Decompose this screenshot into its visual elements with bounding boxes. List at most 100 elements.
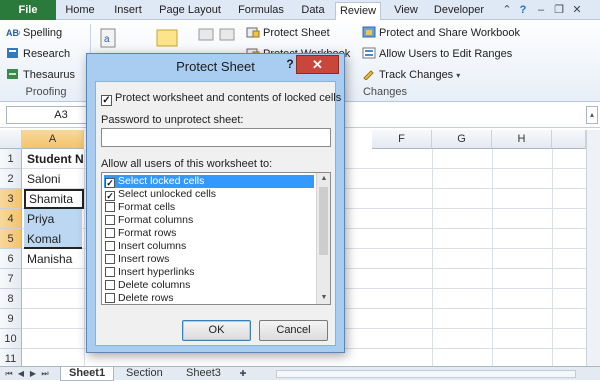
checkbox-icon [105,215,115,225]
permissions-list[interactable]: ✓ Select locked cells ✓ Select unlocked ce… [101,172,331,305]
tab-formulas[interactable]: Formulas [232,2,290,20]
sheet-tab-sheet1[interactable]: Sheet1 [60,367,115,381]
spelling-icon: ABC [6,26,26,38]
insert-sheet-icon[interactable]: ✚ [236,368,250,380]
sheet-tab-section[interactable]: Section [118,367,171,381]
scroll-down-icon[interactable]: ▼ [317,292,330,304]
password-input[interactable] [101,128,331,147]
tab-home[interactable]: Home [62,2,98,20]
track-changes-button[interactable]: Track Changes ▾ [362,66,460,84]
window-restore-icon[interactable]: ❐ [552,3,566,17]
protect-sheet-dialog: Protect Sheet ? ✕ ✓ Protect worksheet and… [86,53,345,353]
allow-users-icon [362,47,376,59]
gridline [552,149,553,366]
checkbox-checked-icon: ✓ [101,95,112,106]
tab-data[interactable]: Data [297,2,329,20]
next-sheet-icon[interactable]: ▶ [28,368,38,380]
translate-icon[interactable]: a [100,28,120,50]
tab-file[interactable]: File [0,0,56,20]
allow-users-label: Allow all users of this worksheet to: [101,158,273,170]
spelling-button[interactable]: ABC Spelling [6,24,62,42]
dialog-help-icon[interactable]: ? [283,57,297,73]
horizontal-scrollbar[interactable] [276,370,576,378]
dialog-close-icon[interactable]: ✕ [296,55,339,74]
svg-text:a: a [104,34,110,45]
list-item[interactable]: Insert columns [104,240,314,253]
protect-worksheet-checkbox[interactable]: ✓ Protect worksheet and contents of locke… [101,92,341,106]
checkbox-icon [105,267,115,277]
row-header[interactable]: 6 [0,249,22,269]
prev-sheet-icon[interactable]: ◀ [16,368,26,380]
research-book-icon [6,47,20,59]
list-item[interactable]: Delete rows [104,292,314,304]
sheet-tab-sheet3[interactable]: Sheet3 [178,367,229,381]
list-item[interactable]: Format columns [104,214,314,227]
scroll-thumb[interactable] [319,187,328,255]
cell-a2[interactable]: Saloni [24,169,60,189]
column-header-a[interactable]: A [22,130,84,149]
help-icon[interactable]: ? [516,3,530,17]
list-item[interactable]: ✓ Select locked cells [104,175,314,188]
checkbox-icon [105,293,115,303]
protect-sheet-button[interactable]: Protect Sheet [246,24,330,42]
formula-expand-icon[interactable]: ▴ [586,106,598,124]
column-header-g[interactable]: G [432,130,492,149]
gridline [492,149,493,366]
proofing-group-label: Proofing [25,86,67,98]
scroll-up-icon[interactable]: ▲ [317,173,330,185]
cell-a3-active[interactable]: Shamita [24,189,84,209]
cell-a6[interactable]: Manisha [24,249,72,269]
last-sheet-icon[interactable]: ⏭ [40,368,50,380]
ribbon-tab-bar: File Home Insert Page Layout Formulas Da… [0,0,600,21]
vertical-scrollbar[interactable] [586,130,600,366]
list-item[interactable]: Insert rows [104,253,314,266]
cancel-button[interactable]: Cancel [259,320,328,341]
new-comment-icon[interactable] [155,26,181,50]
tab-view[interactable]: View [389,2,423,20]
tab-insert[interactable]: Insert [108,2,148,20]
changes-group-label: Changes [362,86,408,98]
cell-a4[interactable]: Priya [24,209,82,229]
cell-a5[interactable]: Komal [24,229,82,249]
checkbox-checked-icon: ✓ [105,178,115,188]
row-header[interactable]: 11 [0,349,22,366]
list-scrollbar[interactable]: ▲ ▼ [316,173,330,304]
row-header[interactable]: 9 [0,309,22,329]
minimize-ribbon-icon[interactable]: ⌃ [500,3,514,17]
window-minimize-icon[interactable]: – [534,3,548,17]
protect-and-share-button[interactable]: Protect and Share Workbook [362,24,520,42]
checkbox-icon [105,228,115,238]
protect-sheet-icon [246,26,260,38]
gridline [432,149,433,366]
column-header-f[interactable]: F [372,130,432,149]
tab-review[interactable]: Review [335,2,381,21]
tab-developer[interactable]: Developer [429,2,489,20]
list-item[interactable]: ✓ Select unlocked cells [104,188,314,201]
row-header[interactable]: 8 [0,289,22,309]
list-item[interactable]: Insert hyperlinks [104,266,314,279]
select-all-corner[interactable] [0,130,22,149]
row-header[interactable]: 1 [0,149,22,169]
tab-page-layout[interactable]: Page Layout [156,2,224,20]
column-header-h[interactable]: H [492,130,552,149]
list-item[interactable]: Format cells [104,201,314,214]
row-header[interactable]: 5 [0,229,22,249]
thesaurus-button[interactable]: Thesaurus [6,66,75,84]
row-header[interactable]: 2 [0,169,22,189]
row-header[interactable]: 10 [0,329,22,349]
ok-button[interactable]: OK [182,320,251,341]
window-close-icon[interactable]: ✕ [570,3,584,17]
comment-nav-icons[interactable] [198,26,238,44]
list-item[interactable]: Format rows [104,227,314,240]
allow-users-edit-ranges-button[interactable]: Allow Users to Edit Ranges [362,45,512,63]
row-header[interactable]: 7 [0,269,22,289]
row-header[interactable]: 4 [0,209,22,229]
password-label: Password to unprotect sheet: [101,114,244,126]
svg-text:ABC: ABC [6,28,20,38]
research-button[interactable]: Research [6,45,70,63]
first-sheet-icon[interactable]: ⏮ [4,368,14,380]
column-header-partial[interactable] [552,130,586,149]
list-item[interactable]: Delete columns [104,279,314,292]
row-header[interactable]: 3 [0,189,22,209]
cell-a1[interactable]: Student N [24,149,84,169]
